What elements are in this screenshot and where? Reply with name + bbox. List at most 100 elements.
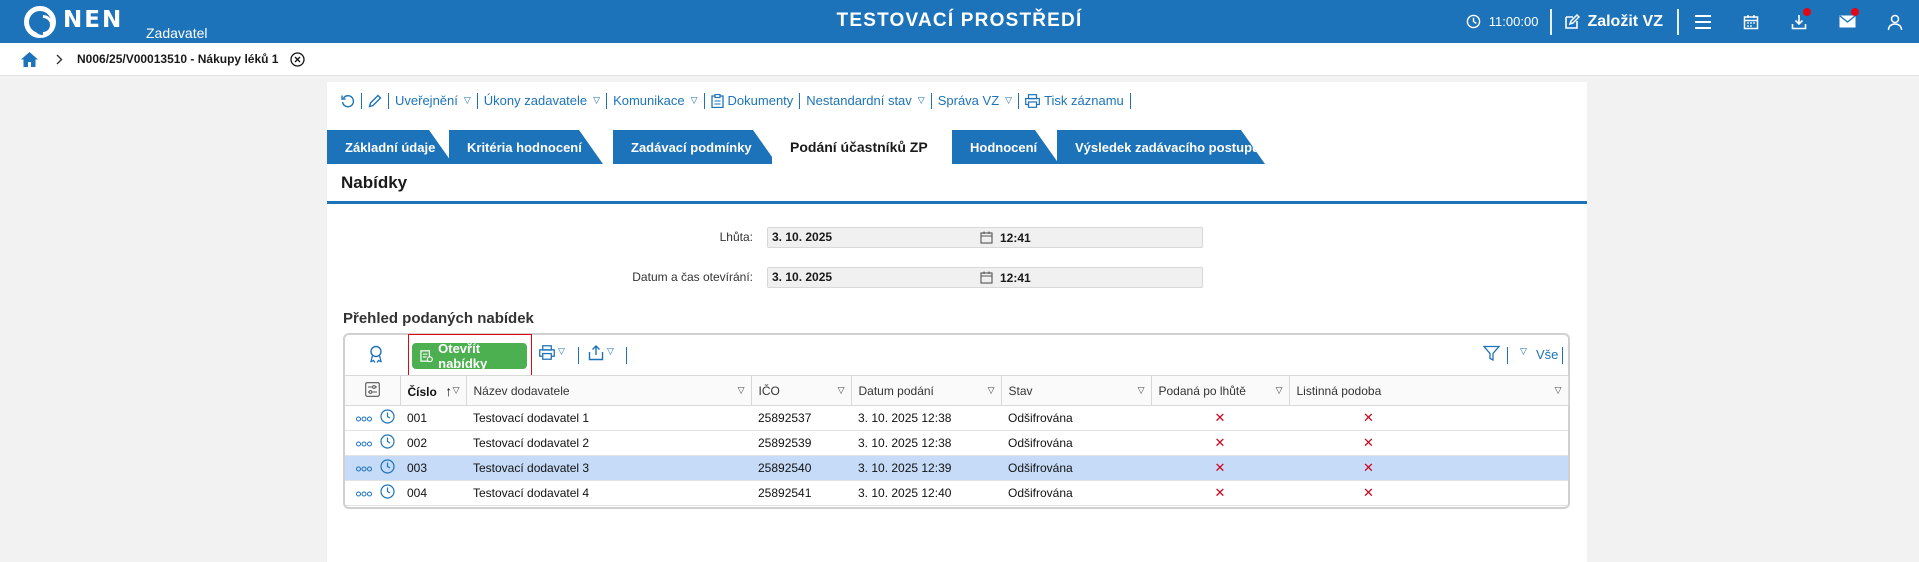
menu-komunikace[interactable]: Komunikace ▽ <box>607 93 703 108</box>
triangle-down-icon[interactable]: ▽ <box>1520 346 1527 357</box>
award-icon <box>370 345 382 363</box>
triangle-down-icon[interactable]: ▽ <box>1276 385 1283 396</box>
chevron-right-icon <box>56 54 63 65</box>
tab-kriteria-hodnoceni[interactable]: Kritéria hodnocení <box>449 130 603 164</box>
table-row[interactable]: 004 Testovací dodavatel 4 25892541 3. 10… <box>345 480 1568 506</box>
cell-datum: 3. 10. 2025 12:39 <box>851 455 1001 481</box>
download-icon <box>1791 14 1807 29</box>
column-settings-button[interactable] <box>345 375 401 406</box>
calendar-icon <box>1743 14 1759 29</box>
nen-logo[interactable]: NEN Zadavatel <box>24 0 207 43</box>
menu-uverejneni[interactable]: Uveřejnění ▽ <box>389 93 477 108</box>
column-header-nazev[interactable]: Název dodavatele ▽ <box>466 375 752 406</box>
refresh-button[interactable] <box>335 94 361 108</box>
cell-cislo: 003 <box>400 455 466 481</box>
home-button[interactable] <box>21 51 38 67</box>
table-row[interactable]: 001 Testovací dodavatel 1 25892537 3. 10… <box>345 405 1568 431</box>
filter-all-dropdown[interactable]: Vše <box>1536 347 1558 362</box>
menu-button[interactable] <box>1679 0 1727 43</box>
column-header-listinna[interactable]: Listinná podoba ▽ <box>1289 375 1569 406</box>
award-button[interactable] <box>368 345 384 363</box>
tab-zakladni-udaje[interactable]: Základní údaje <box>327 130 453 164</box>
cell-stav: Odšifrována <box>1001 455 1151 481</box>
menu-sprava-vz[interactable]: Správa VZ ▽ <box>932 93 1018 108</box>
tab-vysledek-zadavaciho-postupu[interactable]: Výsledek zadávacího postupu <box>1057 130 1265 164</box>
downloads-button[interactable] <box>1775 0 1823 43</box>
triangle-down-icon[interactable]: ▽ <box>607 346 614 357</box>
column-header-datum[interactable]: Datum podání ▽ <box>851 375 1002 406</box>
deadline-row: Lhůta: 3. 10. 2025 12:41 <box>327 226 1587 248</box>
triangle-down-icon[interactable]: ▽ <box>558 346 565 357</box>
offers-table: Číslo ↑ ▽ Název dodavatele ▽ IČO ▽ Datum p… <box>345 375 1569 506</box>
history-icon[interactable] <box>380 484 395 502</box>
column-header-stav[interactable]: Stav ▽ <box>1001 375 1152 406</box>
create-vz-button[interactable]: Založit VZ <box>1552 13 1677 31</box>
time-value: 11:00:00 <box>1488 14 1539 29</box>
user-button[interactable] <box>1871 0 1919 43</box>
triangle-down-icon[interactable]: ▽ <box>838 385 845 396</box>
cell-datum: 3. 10. 2025 12:38 <box>851 405 1001 431</box>
cell-ico: 25892537 <box>751 405 851 431</box>
cell-stav: Odšifrována <box>1001 405 1151 431</box>
history-icon[interactable] <box>380 434 395 452</box>
menu-dokumenty[interactable]: Dokumenty <box>705 93 800 108</box>
sliders-icon <box>364 381 380 397</box>
deadline-label: Lhůta: <box>719 230 753 244</box>
edit-button[interactable] <box>362 94 388 108</box>
opening-date: 3. 10. 2025 <box>772 270 833 284</box>
menu-nestandardni-stav[interactable]: Nestandardní stav ▽ <box>800 93 930 108</box>
cell-nazev: Testovací dodavatel 1 <box>466 405 751 431</box>
triangle-down-icon[interactable]: ▽ <box>1555 385 1562 396</box>
create-vz-label: Založit VZ <box>1587 12 1663 30</box>
tab-zadavaci-podminky[interactable]: Zadávací podmínky <box>613 130 777 164</box>
cell-cislo: 004 <box>400 480 466 506</box>
grid-toolbar: Otevřít nabídky ▽ ▽ ▽ Vše <box>345 334 1568 376</box>
refresh-icon <box>341 94 355 107</box>
triangle-down-icon[interactable]: ▽ <box>988 385 995 396</box>
column-header-ico[interactable]: IČO ▽ <box>751 375 852 406</box>
row-actions-icon[interactable] <box>356 461 372 475</box>
table-row[interactable]: 002 Testovací dodavatel 2 25892539 3. 10… <box>345 430 1568 456</box>
offers-overview-title: Přehled podaných nabídek <box>343 310 534 327</box>
cell-nazev: Testovací dodavatel 4 <box>466 480 751 506</box>
row-actions-icon[interactable] <box>356 411 372 425</box>
menu-ukony-zadavatele[interactable]: Úkony zadavatele ▽ <box>478 93 606 108</box>
row-actions-icon[interactable] <box>356 486 372 500</box>
tab-podani-ucastniku[interactable]: Podání účastníků ZP <box>772 130 951 164</box>
grid-export-button[interactable] <box>588 345 604 361</box>
column-header-cislo[interactable]: Číslo ↑ ▽ <box>400 375 467 406</box>
mail-icon <box>1839 15 1855 28</box>
triangle-down-icon: ▽ <box>593 95 601 105</box>
row-actions-icon[interactable] <box>356 436 372 450</box>
grid-print-button[interactable] <box>539 345 555 360</box>
cell-cislo: 002 <box>400 430 466 456</box>
open-offers-button[interactable]: Otevřít nabídky <box>412 341 527 371</box>
close-breadcrumb-button[interactable] <box>290 51 306 67</box>
history-icon[interactable] <box>380 459 395 477</box>
opening-field: 3. 10. 2025 12:41 <box>767 266 1203 288</box>
opening-label: Datum a čas otevírání: <box>632 270 753 284</box>
filter-button[interactable] <box>1483 345 1500 362</box>
triangle-down-icon[interactable]: ▽ <box>1138 385 1145 396</box>
home-icon <box>21 51 38 67</box>
cross-icon: ✕ <box>1363 460 1374 475</box>
user-icon <box>1887 14 1903 30</box>
column-header-po-lhute[interactable]: Podaná po lhůtě ▽ <box>1151 375 1290 406</box>
breadcrumb-current[interactable]: N006/25/V00013510 - Nákupy léků 1 <box>77 52 278 66</box>
menu-tisk-zaznamu[interactable]: Tisk záznamu <box>1019 93 1130 108</box>
deadline-time: 12:41 <box>1000 230 1031 245</box>
history-icon[interactable] <box>380 409 395 427</box>
calendar-button[interactable] <box>1727 0 1775 43</box>
triangle-down-icon[interactable]: ▽ <box>453 385 460 396</box>
tab-hodnoceni[interactable]: Hodnocení <box>952 130 1059 164</box>
triangle-down-icon[interactable]: ▽ <box>738 385 745 396</box>
logo-subtitle: Zadavatel <box>146 25 208 41</box>
main-panel: Uveřejnění ▽ Úkony zadavatele ▽ Komunikace… <box>327 82 1587 562</box>
funnel-icon <box>1483 345 1500 362</box>
table-row-selected[interactable]: 003 Testovací dodavatel 3 25892540 3. 10… <box>345 455 1568 481</box>
messages-button[interactable] <box>1823 0 1871 43</box>
open-document-icon <box>420 350 433 363</box>
action-toolbar: Uveřejnění ▽ Úkony zadavatele ▽ Komunikace… <box>327 82 1587 119</box>
section-title: Nabídky <box>327 164 1587 204</box>
opening-time: 12:41 <box>1000 270 1031 285</box>
